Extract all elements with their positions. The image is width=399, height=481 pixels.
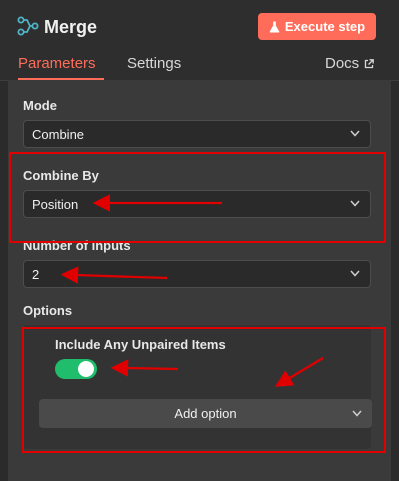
annotation-arrows	[60, 194, 324, 387]
annotation-arrow	[110, 359, 179, 377]
annotation-arrow	[60, 266, 168, 284]
annotation-arrow	[274, 357, 324, 387]
